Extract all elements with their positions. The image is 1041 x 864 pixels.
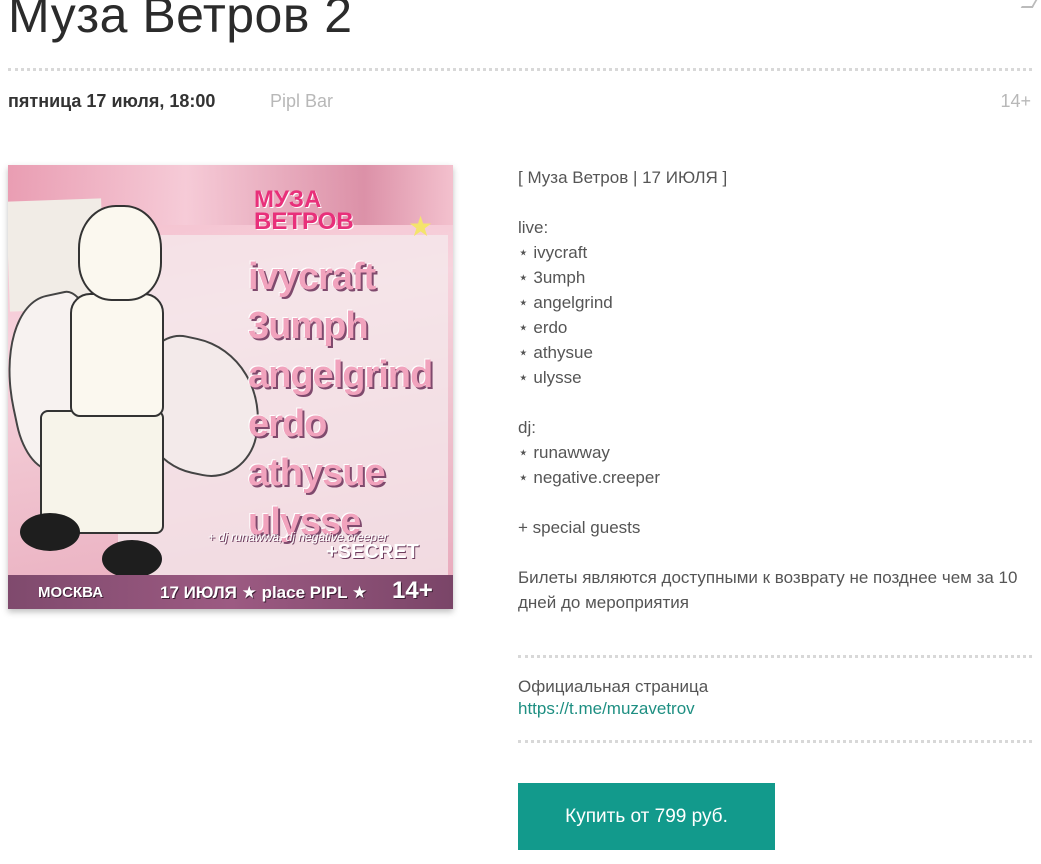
age-rating: 14+ — [1000, 91, 1031, 111]
refund-policy: Билеты являются доступными к возврату не… — [518, 568, 1018, 612]
official-link[interactable]: https://t.me/muzavetrov — [518, 698, 708, 720]
event-title: Муза Ветров 2 — [8, 0, 353, 43]
list-item: ⋆ 3umph — [518, 268, 586, 287]
poster-act: erdo — [248, 403, 327, 445]
list-item: ⋆ ivycraft — [518, 243, 588, 262]
venue-link[interactable]: Pipl Bar — [270, 91, 333, 112]
list-item: ⋆ negative.creeper — [518, 468, 661, 487]
live-label: live: — [518, 218, 549, 237]
list-item: ⋆ runawway — [518, 443, 610, 462]
poster-lineup: ivycraft 3umph angelgrind erdo athysue u… — [248, 253, 448, 547]
list-item: ⋆ athysue — [518, 343, 593, 362]
poster-secret: +SECRET — [326, 541, 419, 563]
event-description: [ Муза Ветров | 17 ИЮЛЯ ] live: ⋆ ivycra… — [518, 165, 1033, 615]
buy-ticket-button[interactable]: Купить от 799 руб. — [518, 783, 775, 850]
poster-logo: МУЗА ВЕТРОВ — [254, 186, 354, 235]
divider — [518, 740, 1032, 743]
divider — [518, 655, 1032, 658]
divider — [8, 68, 1032, 71]
list-item: ⋆ angelgrind — [518, 293, 613, 312]
list-item: ⋆ ulysse — [518, 368, 582, 387]
list-item: ⋆ erdo — [518, 318, 568, 337]
poster-act: athysue — [248, 452, 386, 494]
description-header: [ Муза Ветров | 17 ИЮЛЯ ] — [518, 168, 728, 187]
poster-act: angelgrind — [248, 354, 433, 396]
poster-city: МОСКВА — [38, 584, 104, 601]
poster-age: 14+ — [392, 577, 433, 604]
official-label: Официальная страница — [518, 677, 709, 696]
event-meta: пятница 17 июля, 18:00 Pipl Bar 14+ — [8, 90, 1031, 116]
figure-body — [70, 293, 164, 417]
poster-act: 3umph — [248, 305, 369, 347]
event-date: пятница 17 июля, 18:00 — [8, 91, 216, 111]
chevron-icon — [1020, 0, 1038, 8]
special-guests: + special guests — [518, 518, 641, 537]
event-poster: ★ МУЗА ВЕТРОВ ivycraft 3umph angelgrind … — [8, 165, 453, 609]
poster-bottom-info: 17 ИЮЛЯ ★ place PIPL ★ — [160, 583, 368, 602]
figure-head — [78, 205, 162, 301]
poster-act: ivycraft — [248, 256, 376, 298]
official-page: Официальная страница https://t.me/muzave… — [518, 676, 708, 720]
dj-label: dj: — [518, 418, 536, 437]
star-icon: ★ — [408, 211, 434, 242]
